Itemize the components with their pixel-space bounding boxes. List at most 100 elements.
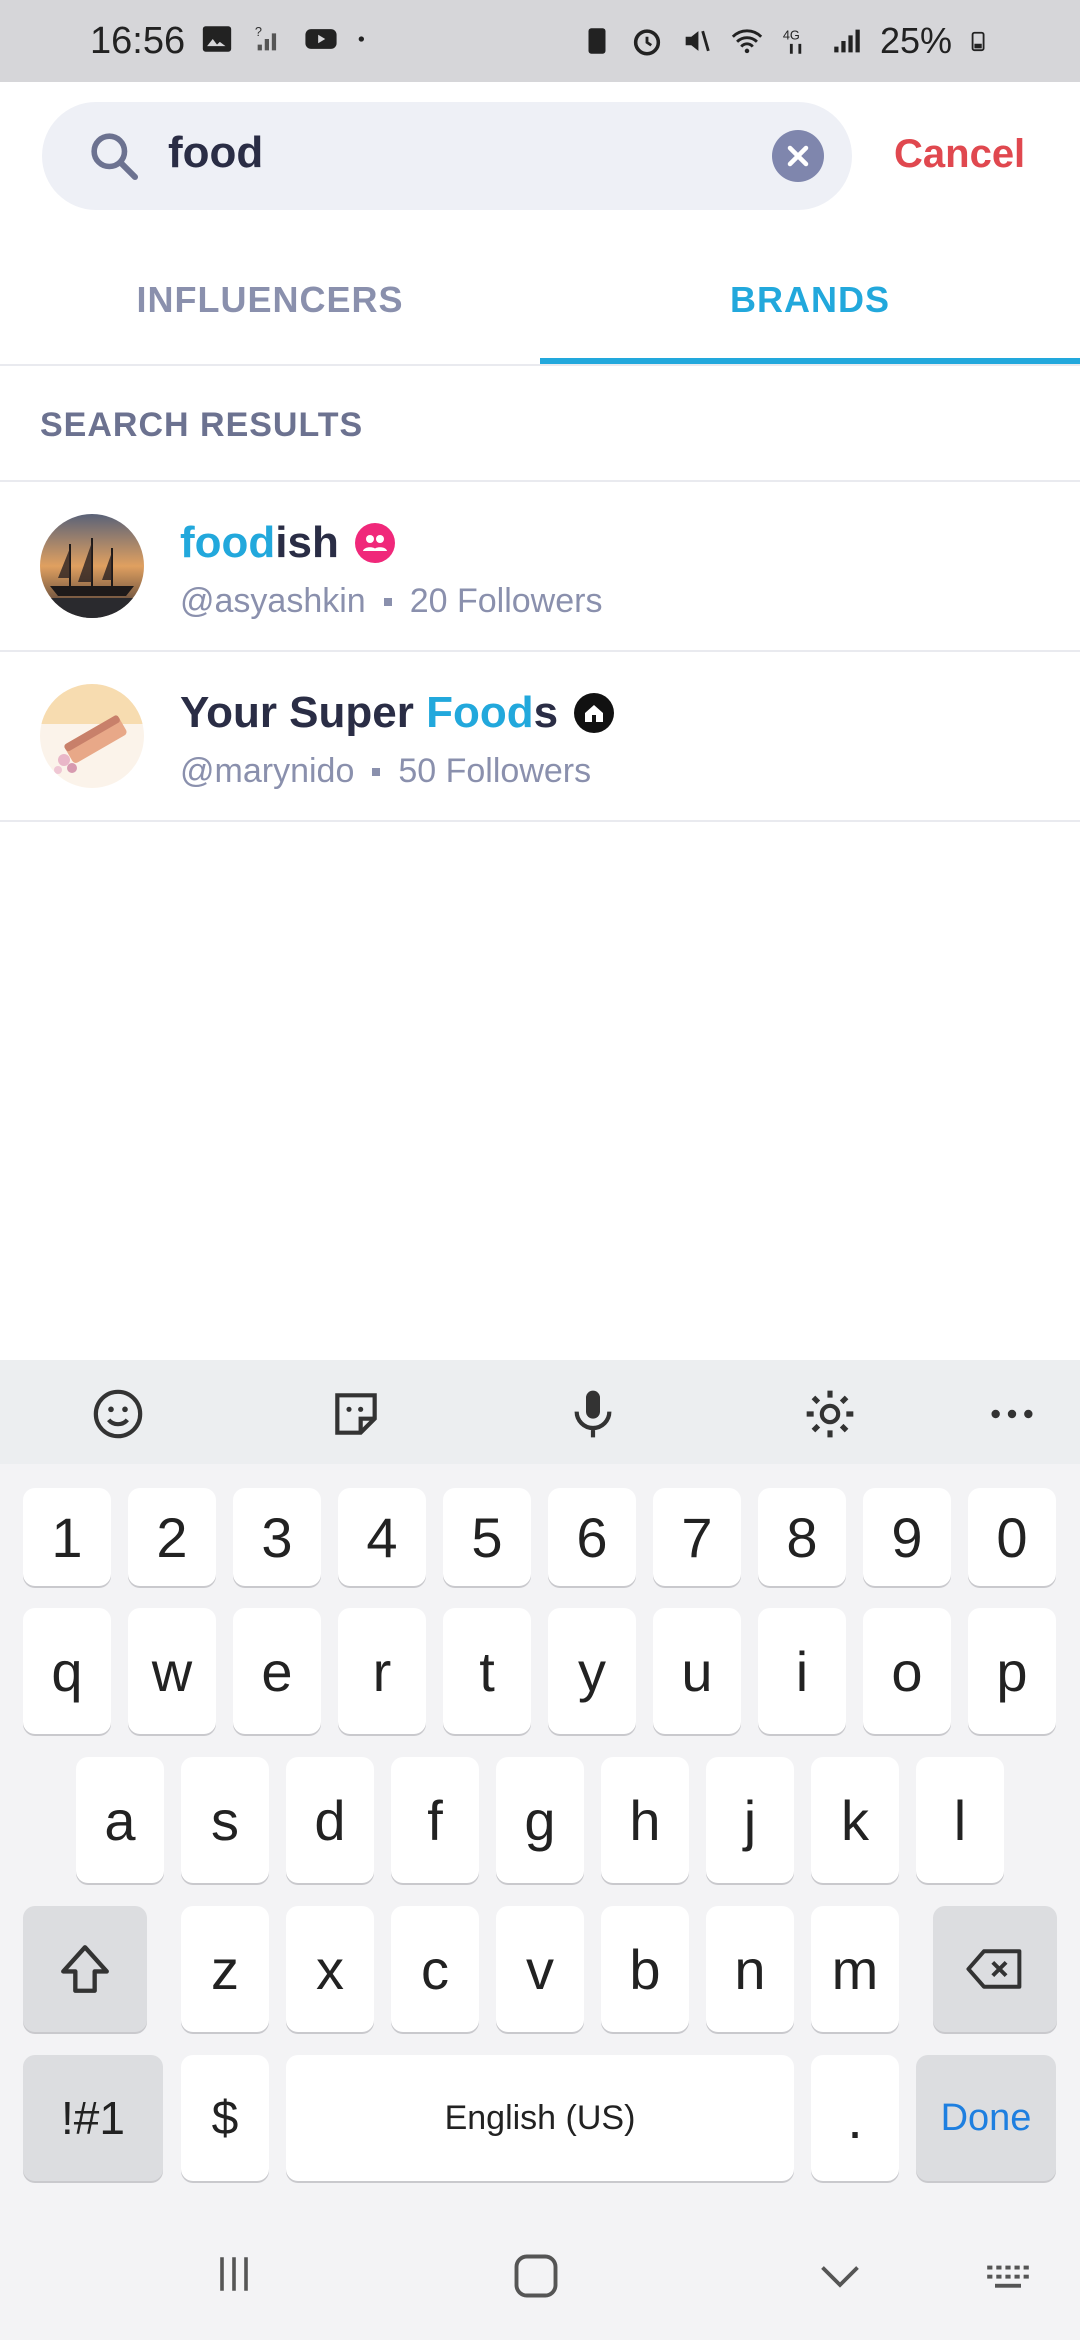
battery-level: 25% [879, 20, 952, 61]
key-c[interactable]: c [391, 1906, 479, 2032]
status-system-icons: 4G 25% [580, 20, 990, 62]
no-signal-icon: ? [255, 24, 277, 51]
key-9[interactable]: 9 [863, 1488, 951, 1586]
backspace-icon [966, 1949, 1022, 1989]
chevron-down-icon[interactable] [815, 2250, 865, 2300]
recent-apps-icon[interactable] [210, 2250, 258, 2298]
key-7[interactable]: 7 [653, 1488, 741, 1586]
search-input[interactable]: food [168, 128, 263, 178]
keyboard-icon[interactable] [982, 2250, 1034, 2302]
result-name-highlight: food [180, 518, 276, 567]
svg-text:4G: 4G [783, 28, 800, 43]
result-followers: 50 Followers [398, 752, 592, 790]
key-u[interactable]: u [653, 1608, 741, 1734]
space-key[interactable]: English (US) [286, 2055, 794, 2181]
result-name: Your Super Food s [180, 688, 615, 738]
microphone-icon[interactable] [565, 1386, 621, 1442]
key-t[interactable]: t [443, 1608, 531, 1734]
key-4[interactable]: 4 [338, 1488, 426, 1586]
dollar-key[interactable]: $ [181, 2055, 269, 2181]
close-icon [787, 145, 809, 167]
key-1[interactable]: 1 [23, 1488, 111, 1586]
key-x[interactable]: x [286, 1906, 374, 2032]
key-s[interactable]: s [181, 1757, 269, 1883]
list-item[interactable]: Your Super Food s @marynido 50 Followers [0, 652, 1080, 822]
shift-icon [61, 1945, 109, 1993]
key-3[interactable]: 3 [233, 1488, 321, 1586]
key-f[interactable]: f [391, 1757, 479, 1883]
key-o[interactable]: o [863, 1608, 951, 1734]
avatar [40, 684, 144, 788]
key-z[interactable]: z [181, 1906, 269, 2032]
result-tabs: INFLUENCERS BRANDS [0, 250, 1080, 366]
emoji-icon[interactable] [90, 1386, 146, 1442]
key-0[interactable]: 0 [968, 1488, 1056, 1586]
mute-icon [685, 30, 710, 52]
section-title: SEARCH RESULTS [40, 406, 364, 444]
signal-icon [834, 29, 860, 53]
result-followers: 20 Followers [409, 582, 603, 620]
key-l[interactable]: l [916, 1757, 1004, 1883]
key-w[interactable]: w [128, 1608, 216, 1734]
key-6[interactable]: 6 [548, 1488, 636, 1586]
battery-icon [971, 31, 985, 52]
result-name-suffix: s [533, 688, 559, 737]
result-handle: @marynido [180, 752, 355, 790]
key-e[interactable]: e [233, 1608, 321, 1734]
search-icon [91, 133, 139, 181]
key-p[interactable]: p [968, 1608, 1056, 1734]
key-2[interactable]: 2 [128, 1488, 216, 1586]
key-r[interactable]: r [338, 1608, 426, 1734]
key-j[interactable]: j [706, 1757, 794, 1883]
result-meta: @asyashkin 20 Followers [180, 582, 602, 621]
avatar [40, 514, 144, 618]
key-h[interactable]: h [601, 1757, 689, 1883]
search-results-header: SEARCH RESULTS [0, 366, 1080, 482]
key-5[interactable]: 5 [443, 1488, 531, 1586]
brand-badge-icon [574, 693, 615, 733]
key-q[interactable]: q [23, 1608, 111, 1734]
gallery-icon [202, 26, 232, 52]
youtube-icon [305, 29, 337, 49]
key-i[interactable]: i [758, 1608, 846, 1734]
settings-icon[interactable] [802, 1386, 858, 1442]
status-notification-icons: ? [200, 22, 372, 56]
result-handle: @asyashkin [180, 582, 366, 620]
search-bar[interactable]: food [42, 102, 852, 210]
done-key[interactable]: Done [916, 2055, 1056, 2181]
tab-brands[interactable]: BRANDS [540, 250, 1080, 366]
key-a[interactable]: a [76, 1757, 164, 1883]
clear-search-button[interactable] [772, 130, 824, 182]
key-8[interactable]: 8 [758, 1488, 846, 1586]
separator-dot [383, 597, 392, 606]
lte-icon: 4G [783, 28, 802, 54]
result-name-suffix: ish [275, 518, 339, 567]
result-name-prefix: Your Super [180, 688, 427, 737]
tab-influencers[interactable]: INFLUENCERS [0, 250, 540, 366]
recycle-icon [588, 28, 606, 54]
shift-key[interactable] [23, 1906, 147, 2032]
key-m[interactable]: m [811, 1906, 899, 2032]
key-b[interactable]: b [601, 1906, 689, 2032]
alarm-icon [633, 29, 661, 56]
key-k[interactable]: k [811, 1757, 899, 1883]
dot-icon [358, 36, 364, 42]
key-n[interactable]: n [706, 1906, 794, 2032]
cancel-button[interactable]: Cancel [894, 132, 1025, 177]
list-item[interactable]: food ish @asyashkin 20 Followers [0, 482, 1080, 652]
group-badge-icon [354, 523, 395, 563]
symbols-key[interactable]: !#1 [23, 2055, 163, 2181]
sticker-icon[interactable] [328, 1386, 384, 1442]
period-key[interactable]: . [811, 2055, 899, 2181]
home-icon[interactable] [510, 2250, 562, 2302]
key-d[interactable]: d [286, 1757, 374, 1883]
result-meta: @marynido 50 Followers [180, 752, 591, 791]
svg-text:?: ? [255, 24, 262, 39]
backspace-key[interactable] [933, 1906, 1057, 2032]
status-time: 16:56 [90, 20, 186, 62]
key-g[interactable]: g [496, 1757, 584, 1883]
result-name-highlight: Food [426, 688, 534, 737]
key-y[interactable]: y [548, 1608, 636, 1734]
more-options-icon[interactable] [984, 1386, 1040, 1442]
key-v[interactable]: v [496, 1906, 584, 2032]
